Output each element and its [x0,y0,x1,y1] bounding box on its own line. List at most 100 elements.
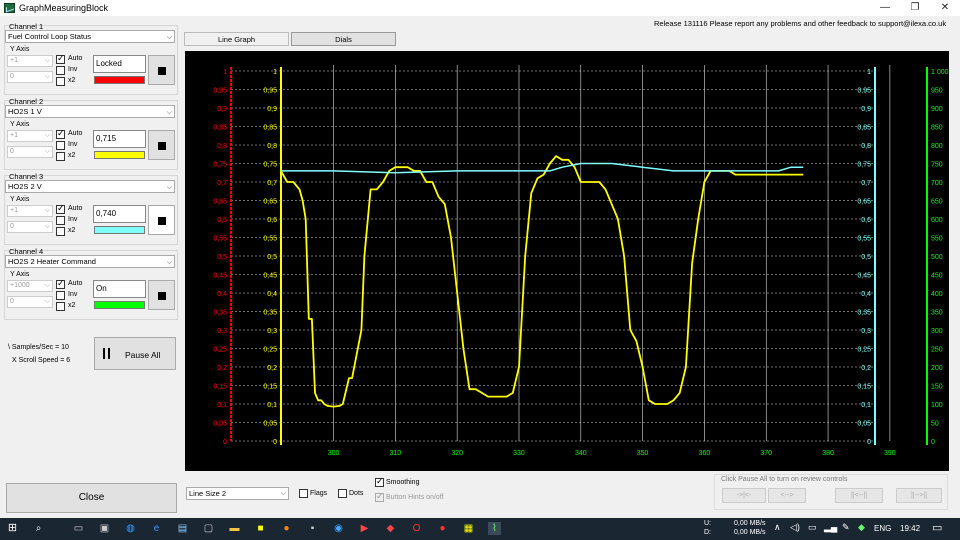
pen-icon[interactable]: ✎ [842,522,850,533]
clock[interactable]: 19:42 [900,524,920,533]
red-app-icon[interactable]: ◆ [384,522,397,535]
channel-3-stop-button[interactable] [148,205,175,235]
minimize-button[interactable]: — [870,0,900,16]
review-fit-button[interactable]: ->|<- [722,488,766,503]
smoothing-checkbox[interactable] [375,476,384,487]
review-back-button[interactable]: ||<--|| [835,488,883,503]
x-tick-label: 390 [884,450,896,457]
battery-icon[interactable]: ▭ [808,522,817,533]
channel-2-x2-checkbox[interactable] [56,152,65,161]
globe-app-icon[interactable]: ◉ [332,522,345,535]
title-bar: GraphMeasuringBlock — ❐ ✕ [0,0,960,16]
channel-3-scale-select[interactable]: +1 ⌵ [7,205,53,217]
yellow-app-icon[interactable]: ▦ [462,522,475,535]
channel-3-inv-label: Inv [68,216,78,223]
notification-icon[interactable]: ▭ [932,521,942,534]
red-axis-tick-label: 0,15 [213,384,227,391]
x-tick-label: 380 [822,450,834,457]
red-axis-tick-label: 0,75 [213,162,227,169]
line-size-select[interactable]: Line Size 2 ⌵ [186,487,289,500]
app-icon [4,3,15,13]
network-app-icon[interactable]: ▤ [176,522,189,535]
firefox-icon[interactable]: ● [280,522,293,535]
tab-dials[interactable]: Dials [291,32,396,46]
yellow-axis-tick-label: 0,9 [267,106,277,113]
language-indicator[interactable]: ENG [874,524,891,533]
channel-1-stop-button[interactable] [148,55,175,85]
channel-3-pid-select[interactable]: HO2S 2 V ⌵ [5,180,175,193]
task-view-icon[interactable]: ▣ [98,522,111,535]
edge-icon[interactable]: ◍ [124,522,137,535]
graph-app-icon[interactable]: ⌇ [488,522,501,535]
pause-all-button[interactable]: Pause All [94,337,176,370]
network-icon[interactable]: ▂▄ [824,522,837,533]
channel-4-color-swatch[interactable] [94,301,145,309]
channel-2-stop-button[interactable] [148,130,175,160]
cyan-axis-tick-label: 1 [867,69,871,76]
channel-2-color-swatch[interactable] [94,151,145,159]
channel-4-x2-checkbox[interactable] [56,302,65,311]
green-axis-tick-label: 50 [931,421,939,428]
channel-4-inv-checkbox[interactable] [56,291,65,300]
chevron-down-icon: ⌵ [44,282,50,289]
chevron-down-icon: ⌵ [166,109,172,116]
green-axis-tick-label: 750 [931,162,943,169]
channel-4-pid-select[interactable]: HO2S 2 Heater Command ⌵ [5,255,175,268]
channel-4-stop-button[interactable] [148,280,175,310]
channel-1-color-swatch[interactable] [94,76,145,84]
channel-4-offset-select[interactable]: 0 ⌵ [7,296,53,308]
pause-icon [103,348,110,359]
channel-1-auto-checkbox[interactable] [56,53,65,64]
channel-1-auto-label: Auto [68,55,83,62]
channel-3-color-swatch[interactable] [94,226,145,234]
channel-3-offset-select[interactable]: 0 ⌵ [7,221,53,233]
chevron-down-icon: ⌵ [44,132,50,139]
ie-icon[interactable]: e [150,522,163,535]
folder-icon[interactable]: ▬ [228,522,241,535]
chevron-up-icon[interactable]: ∧ [774,522,781,533]
taskbar: ⊞ ⌕ ▭ ▣ ◍ e ▤ ▢ ▬ ■ ● ▪ ◉ ▶ ◆ O ● ▦ ⌇ U:… [0,518,960,540]
windows-start-icon[interactable]: ⊞ [6,522,19,535]
dots-checkbox[interactable] [338,489,347,498]
channel-4-auto-checkbox[interactable] [56,278,65,289]
save-app-icon[interactable]: ▪ [306,522,319,535]
tray-app-icon[interactable]: ◆ [858,522,865,533]
channel-4-pid-value: HO2S 2 Heater Command [8,257,96,266]
channel-3-inv-checkbox[interactable] [56,216,65,225]
channel-1-x2-checkbox[interactable] [56,77,65,86]
window-app-icon[interactable]: ▢ [202,522,215,535]
review-forward-button[interactable]: ||-->|| [896,488,942,503]
media-app-icon[interactable]: ▶ [358,522,371,535]
search-icon[interactable]: ⌕ [32,522,45,535]
opera-icon[interactable]: O [410,522,423,535]
review-expand-button[interactable]: <--> [768,488,806,503]
close-window-button[interactable]: ✕ [930,0,960,16]
channel-2-scale-select[interactable]: +1 ⌵ [7,130,53,142]
sticky-app-icon[interactable]: ■ [254,522,267,535]
channel-2-auto-checkbox[interactable] [56,128,65,139]
channel-1-pid-select[interactable]: Fuel Control Loop Status ⌵ [5,30,175,43]
channel-4-scale-select[interactable]: +1000 ⌵ [7,280,53,292]
channel-2-offset-select[interactable]: 0 ⌵ [7,146,53,158]
terminal-icon[interactable]: ▭ [72,522,85,535]
channel-1-inv-checkbox[interactable] [56,66,65,75]
speaker-icon[interactable]: ◁) [790,522,800,533]
channel-4-value: On [93,280,146,298]
flags-checkbox[interactable] [299,489,308,498]
yandex-icon[interactable]: ● [436,522,449,535]
channel-1-pid-value: Fuel Control Loop Status [8,32,91,41]
channel-2-inv-checkbox[interactable] [56,141,65,150]
channel-2-inv-label: Inv [68,141,78,148]
tab-line-graph[interactable]: Line Graph [184,32,289,46]
channel-3-auto-checkbox[interactable] [56,203,65,214]
cyan-axis-tick-label: 0,05 [857,421,871,428]
maximize-button[interactable]: ❐ [900,0,930,16]
channel-1-offset-select[interactable]: 0 ⌵ [7,71,53,83]
channel-2-pid-select[interactable]: HO2S 1 V ⌵ [5,105,175,118]
close-button[interactable]: Close [6,483,177,513]
channel-3-x2-checkbox[interactable] [56,227,65,236]
channel-1-scale-select[interactable]: +1 ⌵ [7,55,53,67]
button-hints-checkbox[interactable] [375,491,384,502]
scroll-speed-label: X Scroll Speed = 6 [12,357,71,364]
green-axis-tick-label: 1 000 [931,69,949,76]
